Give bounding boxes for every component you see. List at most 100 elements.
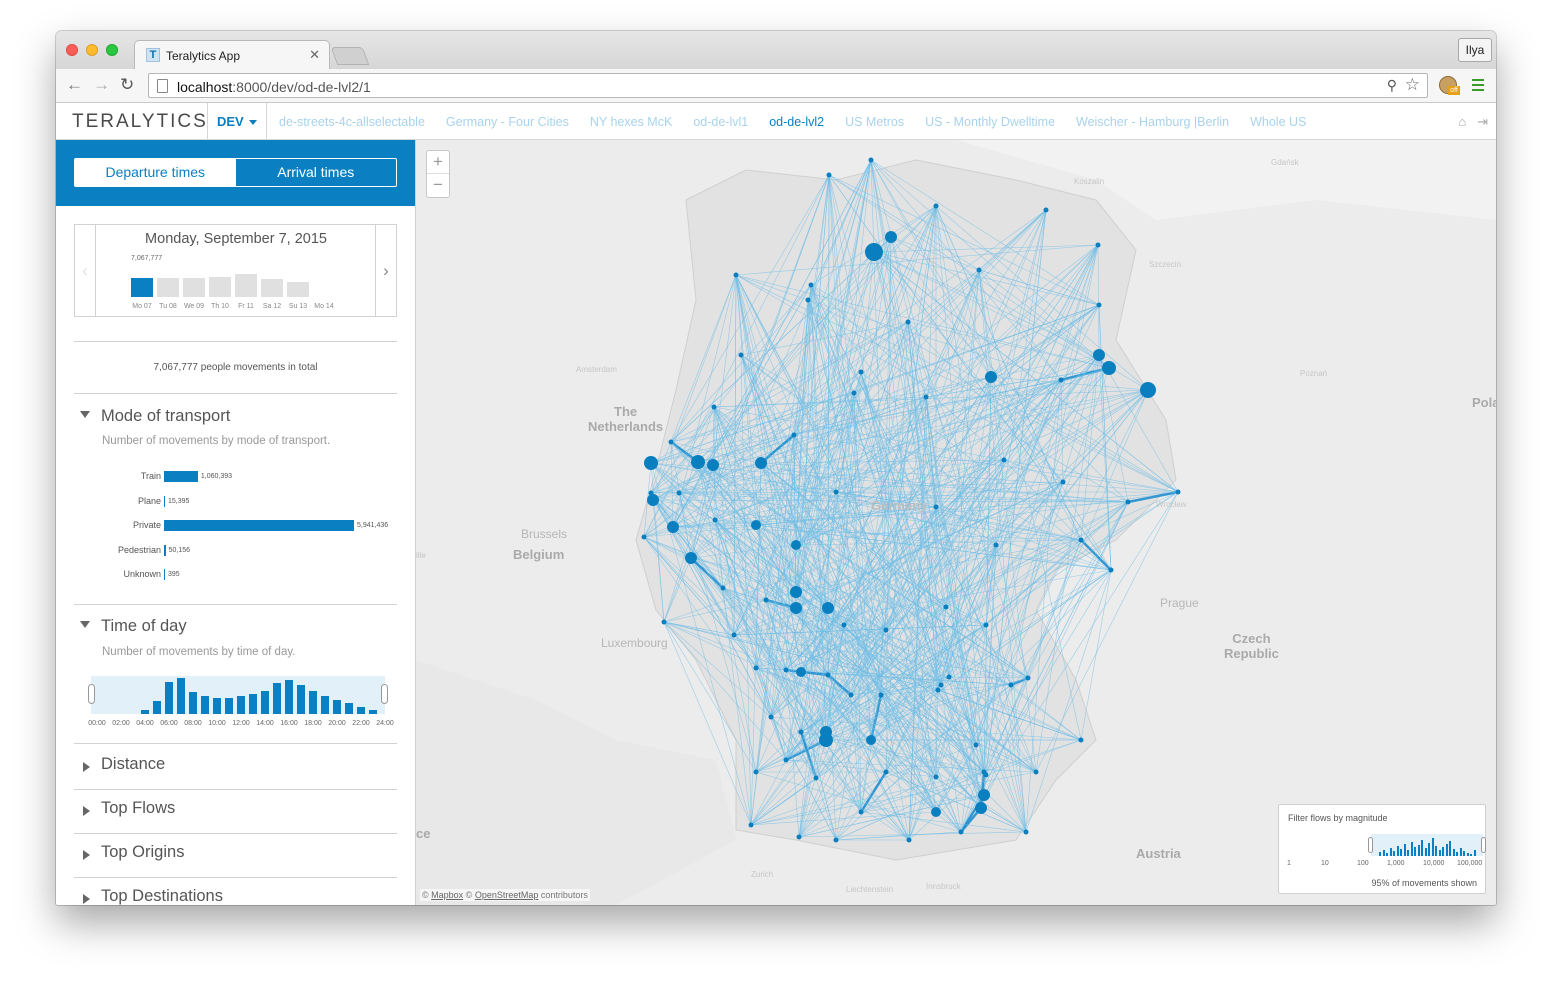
mode-row-plane[interactable]: Plane 15,395: [74, 495, 404, 509]
hour-bar[interactable]: [285, 680, 293, 714]
browser-menu-icon[interactable]: [1472, 79, 1484, 94]
flow-node[interactable]: [883, 769, 889, 775]
mode-row-private[interactable]: Private 5,941,436: [74, 519, 404, 533]
profile-button[interactable]: Ilya: [1458, 38, 1492, 62]
flow-node[interactable]: [1095, 242, 1101, 248]
hour-bar[interactable]: [201, 696, 209, 714]
flow-node[interactable]: [791, 540, 801, 550]
time-range-end-handle[interactable]: [381, 684, 388, 704]
forward-icon[interactable]: →: [93, 75, 110, 95]
flow-node[interactable]: [1125, 499, 1131, 505]
close-tab-icon[interactable]: ✕: [309, 47, 320, 63]
flow-node[interactable]: [790, 602, 802, 614]
flow-node[interactable]: [858, 809, 864, 815]
hour-bar[interactable]: [249, 694, 257, 714]
flow-node[interactable]: [783, 757, 789, 763]
flow-node[interactable]: [1102, 361, 1116, 375]
flow-node[interactable]: [738, 352, 744, 358]
flow-node[interactable]: [983, 622, 989, 628]
day-mo-07[interactable]: Mo 07: [131, 255, 153, 310]
flow-node[interactable]: [885, 231, 897, 243]
flow-node[interactable]: [938, 682, 944, 688]
flow-node[interactable]: [1175, 489, 1181, 495]
flow-node[interactable]: [826, 172, 832, 178]
flow-node[interactable]: [1096, 302, 1102, 308]
teralytics-logo[interactable]: TERALYTICS: [72, 111, 208, 133]
day-bar[interactable]: [209, 277, 231, 297]
flow-node[interactable]: [923, 394, 929, 400]
nav-link-whole-us[interactable]: Whole US: [1250, 115, 1306, 129]
day-bar[interactable]: [183, 278, 205, 297]
flow-line[interactable]: [1080, 569, 1112, 741]
hour-bar[interactable]: [369, 710, 377, 714]
flow-node[interactable]: [935, 687, 941, 693]
flow-node[interactable]: [661, 619, 667, 625]
hour-bar[interactable]: [189, 692, 197, 714]
mode-bar[interactable]: [164, 471, 198, 482]
expand-time-icon[interactable]: [80, 621, 90, 628]
expand-mode-icon[interactable]: [80, 411, 90, 418]
flow-node[interactable]: [878, 692, 884, 698]
flow-node[interactable]: [1058, 377, 1064, 383]
hour-bar[interactable]: [225, 698, 233, 714]
flow-node[interactable]: [1093, 349, 1105, 361]
map-canvas[interactable]: [416, 140, 1496, 905]
flow-node[interactable]: [647, 494, 659, 506]
flow-node[interactable]: [933, 774, 939, 780]
hour-bar[interactable]: [141, 710, 149, 714]
logout-icon[interactable]: ⇥: [1477, 114, 1488, 129]
day-sa-12[interactable]: Sa 12: [261, 255, 283, 310]
flow-node[interactable]: [1008, 682, 1014, 688]
flow-node[interactable]: [905, 319, 911, 325]
day-bar[interactable]: [157, 278, 179, 297]
day-su-13[interactable]: Su 13: [287, 255, 309, 310]
flow-node[interactable]: [1043, 207, 1049, 213]
flow-node[interactable]: [1033, 769, 1039, 775]
flow-node[interactable]: [644, 456, 658, 470]
flow-node[interactable]: [985, 371, 997, 383]
mapbox-link[interactable]: Mapbox: [431, 890, 463, 900]
flow-node[interactable]: [733, 272, 739, 278]
flow-node[interactable]: [822, 602, 834, 614]
nav-link-germany-four-cities[interactable]: Germany - Four Cities: [446, 115, 569, 129]
flow-node[interactable]: [868, 157, 874, 163]
expand-icon[interactable]: [83, 850, 90, 860]
flow-node[interactable]: [731, 632, 737, 638]
flow-node[interactable]: [978, 789, 990, 801]
mode-row-unknown[interactable]: Unknown 395: [74, 568, 404, 582]
flow-node[interactable]: [1001, 457, 1007, 463]
hour-bar[interactable]: [165, 682, 173, 714]
browser-tab[interactable]: T Teralytics App ✕: [134, 40, 330, 69]
zoom-out-button[interactable]: −: [427, 174, 449, 197]
nav-link-us-metros[interactable]: US Metros: [845, 115, 904, 129]
reload-icon[interactable]: ↻: [120, 75, 134, 95]
flow-node[interactable]: [933, 203, 939, 209]
flow-node[interactable]: [841, 622, 847, 628]
flow-node[interactable]: [763, 597, 769, 603]
section-top-flows[interactable]: Top Flows: [101, 799, 175, 818]
env-dropdown[interactable]: DEV: [207, 103, 267, 140]
nav-link-de-streets-4c-allselectable[interactable]: de-streets-4c-allselectable: [279, 115, 425, 129]
search-icon[interactable]: ⚲: [1387, 77, 1397, 94]
day-bar[interactable]: [131, 278, 153, 297]
flow-node[interactable]: [805, 297, 811, 303]
flow-node[interactable]: [848, 692, 854, 698]
flow-node[interactable]: [1025, 675, 1031, 681]
day-tu-08[interactable]: Tu 08: [157, 255, 179, 310]
nav-link-us-monthly-dwelltime[interactable]: US - Monthly Dwelltime: [925, 115, 1055, 129]
flow-node[interactable]: [819, 733, 833, 747]
previous-date-icon[interactable]: ‹: [75, 225, 96, 316]
hour-bar[interactable]: [177, 678, 185, 714]
address-bar[interactable]: localhost:8000/dev/od-de-lvl2/1 ⚲ ☆: [148, 73, 1428, 98]
flow-node[interactable]: [976, 267, 982, 273]
flow-node[interactable]: [796, 667, 806, 677]
maximize-window-button[interactable]: [106, 44, 118, 56]
day-we-09[interactable]: We 09: [183, 255, 205, 310]
nav-link-od-de-lvl1[interactable]: od-de-lvl1: [693, 115, 748, 129]
hour-bar[interactable]: [237, 696, 245, 714]
expand-icon[interactable]: [83, 894, 90, 904]
flow-node[interactable]: [1078, 537, 1084, 543]
flow-node[interactable]: [691, 455, 705, 469]
day-fr-11[interactable]: Fr 11: [235, 255, 257, 310]
expand-icon[interactable]: [83, 806, 90, 816]
